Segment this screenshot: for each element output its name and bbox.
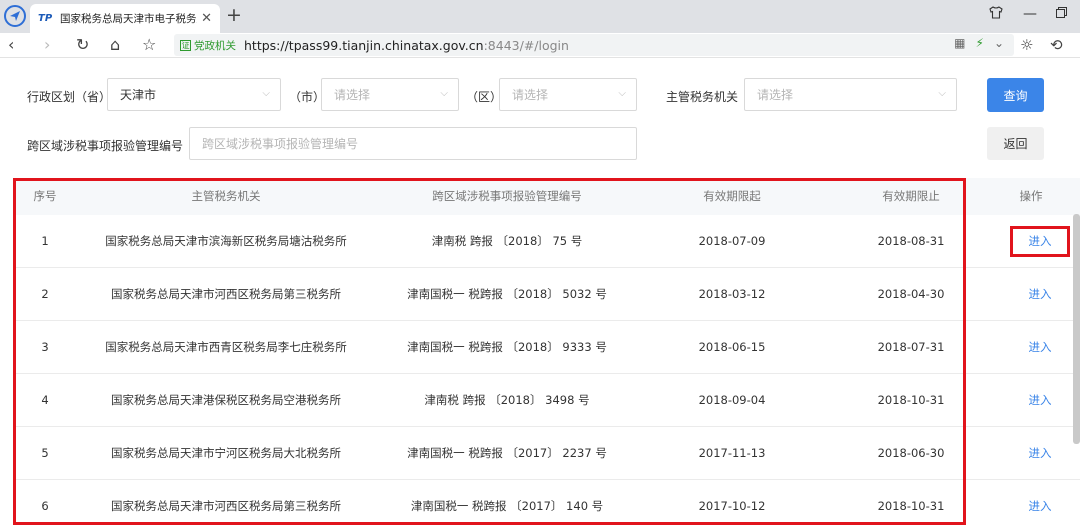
back-button[interactable]: 返回 <box>987 127 1044 160</box>
header-start: 有效期限起 <box>703 189 761 203</box>
cell-office: 国家税务总局天津市滨海新区税务局塘沽税务所 <box>105 234 347 248</box>
table-row: 4 国家税务总局天津港保税区税务局空港税务所 津南税 跨报 〔2018〕 349… <box>14 374 1080 427</box>
browser-tab[interactable]: TP 国家税务总局天津市电子税务局 ✕ <box>30 4 220 33</box>
table-header: 序号 主管税务机关 跨区域涉税事项报验管理编号 有效期限起 有效期限止 操作 <box>14 178 1080 215</box>
enter-link[interactable]: 进入 <box>1010 427 1070 480</box>
city-label: （市） <box>289 90 326 104</box>
url-host: https://tpass99.tianjin.chinatax.gov.cn <box>244 37 484 53</box>
cell-end: 2018-08-31 <box>877 234 945 248</box>
table-row: 6 国家税务总局天津市河西区税务局第三税务所 津南国税一 税跨报 〔2017〕 … <box>14 480 1080 529</box>
cell-office: 国家税务总局天津市西青区税务局李七庄税务所 <box>105 340 347 354</box>
cell-no: 4 <box>41 393 49 407</box>
url-tools: ▦ ⚡ ⌄ <box>954 36 1004 50</box>
district-select[interactable]: 请选择 ⌵ <box>499 78 637 111</box>
browser-logo-icon[interactable] <box>4 5 26 27</box>
cell-start: 2018-09-04 <box>698 393 766 407</box>
qr-code-icon[interactable]: ▦ <box>954 36 965 50</box>
table-row: 1 国家税务总局天津市滨海新区税务局塘沽税务所 津南税 跨报 〔2018〕 75… <box>14 215 1080 268</box>
enter-link[interactable]: 进入 <box>1010 374 1070 427</box>
forward-icon[interactable]: › <box>44 35 50 55</box>
enter-link[interactable]: 进入 <box>1010 268 1070 321</box>
gov-seal-icon: 证 <box>180 39 191 51</box>
vertical-scrollbar[interactable] <box>1073 214 1080 444</box>
back-icon[interactable]: ‹ <box>8 35 14 55</box>
cell-office: 国家税务总局天津港保税区税务局空港税务所 <box>111 393 341 407</box>
cell-code: 津南国税一 税跨报 〔2018〕 5032 号 <box>407 287 607 301</box>
cell-code: 津南国税一 税跨报 〔2017〕 2237 号 <box>407 446 607 460</box>
cell-start: 2017-10-12 <box>698 499 766 513</box>
tax-office-select[interactable]: 请选择 ⌵ <box>744 78 957 111</box>
cell-code: 津南国税一 税跨报 〔2018〕 9333 号 <box>407 340 607 354</box>
province-select[interactable]: 天津市 ⌵ <box>107 78 281 111</box>
header-no: 序号 <box>33 189 57 203</box>
enter-link[interactable]: 进入 <box>1010 480 1070 529</box>
close-tab-icon[interactable]: ✕ <box>201 11 212 26</box>
cell-start: 2018-06-15 <box>698 340 766 354</box>
cell-no: 1 <box>41 234 49 248</box>
speed-mode-icon[interactable]: ⚡ <box>976 36 984 50</box>
cell-no: 2 <box>41 287 49 301</box>
cell-start: 2018-03-12 <box>698 287 766 301</box>
district-label: （区） <box>466 90 503 104</box>
minimize-icon[interactable]: — <box>1023 6 1037 22</box>
code-label: 跨区域涉税事项报验管理编号 <box>27 139 184 153</box>
cell-end: 2018-07-31 <box>877 340 945 354</box>
chevron-down-icon: ⌵ <box>262 88 270 99</box>
cell-end: 2018-10-31 <box>877 499 945 513</box>
query-button[interactable]: 查询 <box>987 78 1044 112</box>
bookmark-star-icon[interactable]: ☆ <box>142 35 156 55</box>
tax-office-label: 主管税务机关 <box>666 90 739 104</box>
cell-code: 津南税 跨报 〔2018〕 3498 号 <box>424 393 590 407</box>
cell-end: 2018-06-30 <box>877 446 945 460</box>
restore-icon[interactable] <box>1056 6 1067 22</box>
cell-start: 2017-11-13 <box>698 446 766 460</box>
header-action: 操作 <box>1019 189 1043 203</box>
url-bar[interactable]: 证 党政机关 https://tpass99.tianjin.chinatax.… <box>174 34 1014 56</box>
table-row: 3 国家税务总局天津市西青区税务局李七庄税务所 津南国税一 税跨报 〔2018〕… <box>14 321 1080 374</box>
reload-icon[interactable]: ↻ <box>76 35 89 55</box>
url-dropdown-icon[interactable]: ⌄ <box>994 36 1004 50</box>
header-code: 跨区域涉税事项报验管理编号 <box>432 189 582 203</box>
cell-code: 津南国税一 税跨报 〔2017〕 140 号 <box>410 499 604 513</box>
header-end: 有效期限止 <box>882 189 940 203</box>
home-icon[interactable]: ⌂ <box>110 35 120 55</box>
undo-menu-icon[interactable]: ⟲ <box>1050 36 1063 54</box>
cell-office: 国家税务总局天津市河西区税务局第三税务所 <box>111 499 341 513</box>
cell-end: 2018-10-31 <box>877 393 945 407</box>
cell-no: 5 <box>41 446 49 460</box>
cell-no: 3 <box>41 340 49 354</box>
brightness-icon[interactable]: ☼ <box>1020 36 1033 54</box>
new-tab-icon[interactable]: + <box>226 5 242 25</box>
cell-no: 6 <box>41 499 49 513</box>
city-select[interactable]: 请选择 ⌵ <box>321 78 459 111</box>
cell-office: 国家税务总局天津市河西区税务局第三税务所 <box>111 287 341 301</box>
chevron-down-icon: ⌵ <box>440 88 448 99</box>
site-favicon-icon: TP <box>38 13 53 24</box>
cell-end: 2018-04-30 <box>877 287 945 301</box>
tab-title: 国家税务总局天津市电子税务局 <box>60 13 198 25</box>
table-row: 5 国家税务总局天津市宁河区税务局大北税务所 津南国税一 税跨报 〔2017〕 … <box>14 427 1080 480</box>
chevron-down-icon: ⌵ <box>938 88 946 99</box>
url-path: :8443/#/login <box>483 37 569 53</box>
skin-icon[interactable] <box>989 6 1003 23</box>
cell-start: 2018-07-09 <box>698 234 766 248</box>
header-office: 主管税务机关 <box>191 189 261 203</box>
tab-bar: TP 国家税务总局天津市电子税务局 ✕ + — <box>0 0 1080 33</box>
enter-link[interactable]: 进入 <box>1010 215 1070 268</box>
cell-office: 国家税务总局天津市宁河区税务局大北税务所 <box>111 446 341 460</box>
region-label: 行政区划（省） <box>27 90 112 104</box>
chevron-down-icon: ⌵ <box>618 88 626 99</box>
cell-code: 津南税 跨报 〔2018〕 75 号 <box>431 234 583 248</box>
gov-site-badge: 证 党政机关 <box>180 39 236 52</box>
enter-link[interactable]: 进入 <box>1010 321 1070 374</box>
code-input[interactable]: 跨区域涉税事项报验管理编号 <box>189 127 637 160</box>
table-row: 2 国家税务总局天津市河西区税务局第三税务所 津南国税一 税跨报 〔2018〕 … <box>14 268 1080 321</box>
address-toolbar: ‹ › ↻ ⌂ ☆ 证 党政机关 https://tpass99.tianjin… <box>0 33 1080 58</box>
